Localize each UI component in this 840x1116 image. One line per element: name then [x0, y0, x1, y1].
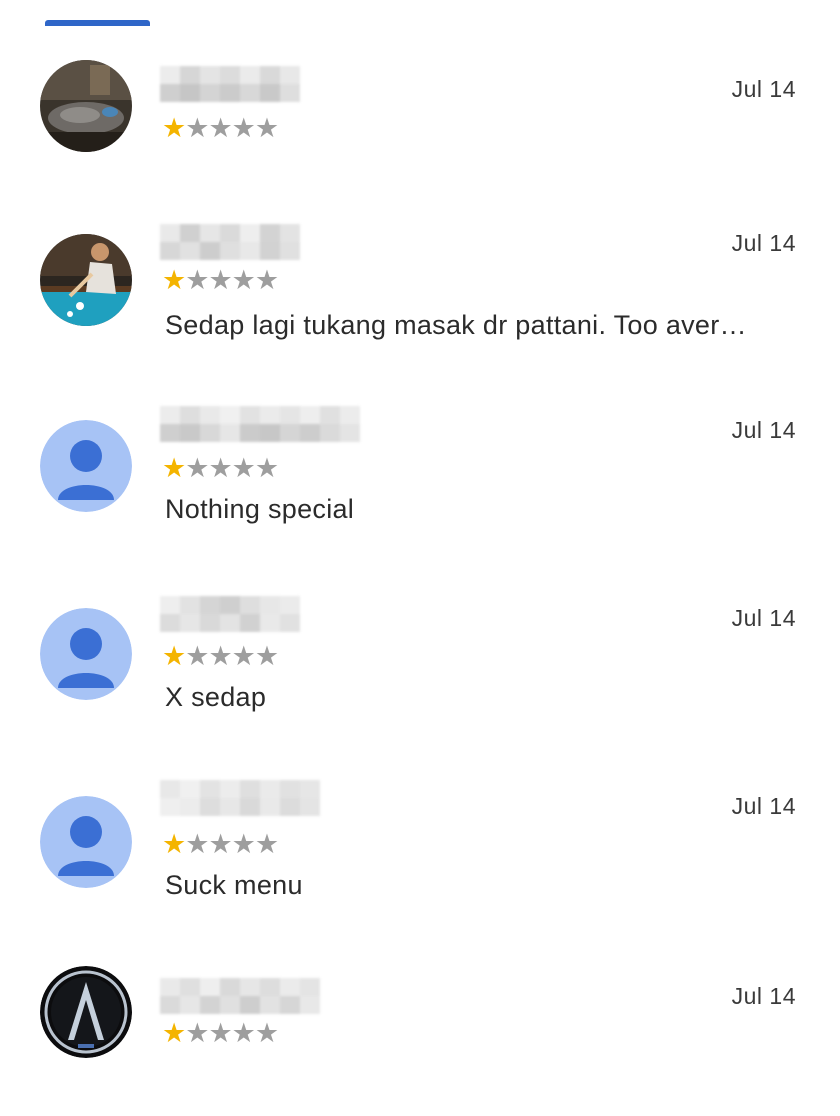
review-text: Suck menu [165, 870, 303, 900]
star-empty-icon: ★ [185, 265, 209, 295]
star-filled-icon: ★ [162, 829, 186, 859]
star-empty-icon: ★ [231, 1018, 256, 1048]
star-filled-icon: ★ [162, 453, 186, 483]
star-filled-icon: ★ [162, 113, 186, 143]
star-empty-icon: ★ [254, 829, 279, 859]
reviewer-name-blurred [160, 66, 300, 102]
review-date: Jul 14 [731, 230, 796, 256]
star-empty-icon: ★ [185, 1018, 209, 1048]
star-rating: ★★★★★ [162, 829, 279, 859]
active-tab-indicator [45, 20, 150, 26]
star-empty-icon: ★ [254, 113, 279, 143]
star-empty-icon: ★ [254, 1018, 279, 1048]
star-empty-icon: ★ [254, 265, 279, 295]
car-logo-icon [40, 966, 132, 1058]
reviewer-avatar[interactable] [40, 966, 132, 1058]
star-empty-icon: ★ [208, 113, 232, 143]
review-date: Jul 14 [731, 983, 796, 1009]
reviewer-avatar[interactable] [40, 420, 132, 512]
star-rating: ★★★★★ [162, 453, 279, 483]
reviewer-avatar[interactable] [40, 796, 132, 888]
review-text: X sedap [165, 682, 267, 712]
reviewer-avatar[interactable] [40, 234, 132, 326]
star-empty-icon: ★ [231, 829, 256, 859]
star-rating: ★★★★★ [162, 265, 279, 295]
star-empty-icon: ★ [208, 453, 232, 483]
reviewer-avatar[interactable] [40, 608, 132, 700]
review-item[interactable]: Jul 14 ★★★★★ [0, 966, 840, 1116]
star-empty-icon: ★ [254, 641, 279, 671]
person-icon [40, 608, 132, 700]
star-filled-icon: ★ [162, 265, 186, 295]
review-text: Nothing special [165, 494, 355, 524]
person-icon [40, 420, 132, 512]
review-date: Jul 14 [731, 605, 796, 631]
star-empty-icon: ★ [185, 829, 209, 859]
star-empty-icon: ★ [185, 453, 209, 483]
review-item[interactable]: Jul 14 ★★★★★ Suck menu [0, 774, 840, 924]
star-empty-icon: ★ [185, 113, 209, 143]
review-item[interactable]: Jul 14 ★★★★★ X sedap [0, 586, 840, 736]
star-empty-icon: ★ [208, 641, 232, 671]
star-empty-icon: ★ [254, 453, 279, 483]
star-filled-icon: ★ [162, 641, 186, 671]
star-rating: ★★★★★ [162, 113, 279, 143]
star-empty-icon: ★ [231, 265, 256, 295]
reviewer-avatar[interactable] [40, 60, 132, 152]
star-empty-icon: ★ [208, 265, 232, 295]
reviewer-name-blurred [160, 596, 300, 632]
review-date: Jul 14 [731, 417, 796, 443]
person-icon [40, 796, 132, 888]
review-text: Sedap lagi tukang masak dr pattani. Too … [165, 310, 747, 340]
reviewer-name-blurred [160, 780, 334, 816]
review-date: Jul 14 [731, 793, 796, 819]
review-date: Jul 14 [731, 76, 796, 102]
reviewer-name-blurred [160, 406, 360, 442]
star-empty-icon: ★ [185, 641, 209, 671]
star-empty-icon: ★ [208, 1018, 232, 1048]
star-empty-icon: ★ [231, 453, 256, 483]
star-empty-icon: ★ [231, 113, 256, 143]
review-item[interactable]: Jul 14 ★★★★★ Nothing special [0, 398, 840, 548]
star-empty-icon: ★ [231, 641, 256, 671]
reviewer-name-blurred [160, 978, 320, 1014]
star-rating: ★★★★★ [162, 1018, 279, 1048]
star-filled-icon: ★ [162, 1018, 186, 1048]
reviewer-name-blurred [160, 224, 300, 260]
star-rating: ★★★★★ [162, 641, 279, 671]
review-item[interactable]: Jul 14 ★★★★★ Sedap lagi tukang masak dr … [0, 210, 840, 360]
star-empty-icon: ★ [208, 829, 232, 859]
review-item[interactable]: Jul 14 ★★★★★ [0, 58, 840, 208]
